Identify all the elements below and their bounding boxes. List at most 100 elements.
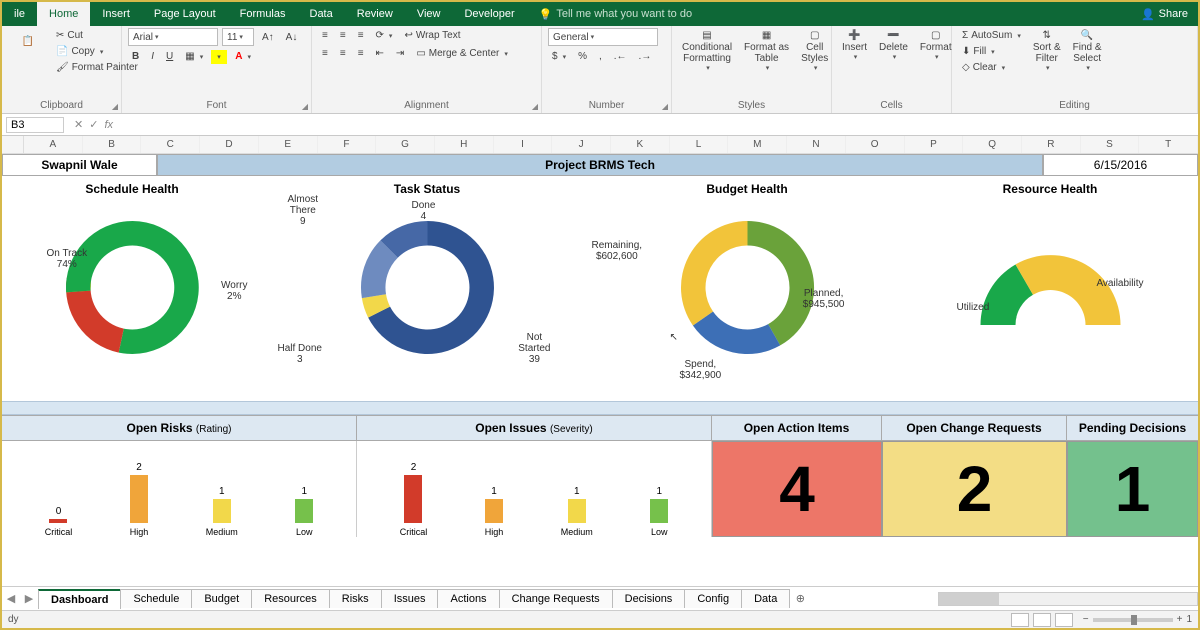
- number-format-select[interactable]: General: [548, 28, 658, 46]
- enter-formula-icon[interactable]: ✓: [89, 118, 98, 131]
- fill-color-button[interactable]: [211, 50, 227, 64]
- border-button[interactable]: ▦: [181, 49, 207, 64]
- col-T[interactable]: T: [1139, 136, 1198, 153]
- horizontal-scrollbar[interactable]: [938, 592, 1198, 606]
- increase-decimal-button[interactable]: .←: [610, 49, 631, 64]
- orientation-button[interactable]: ⟳: [372, 28, 397, 43]
- italic-button[interactable]: I: [147, 49, 158, 64]
- currency-button[interactable]: $: [548, 49, 570, 64]
- col-R[interactable]: R: [1022, 136, 1081, 153]
- normal-view-button[interactable]: [1011, 613, 1029, 627]
- tab-file[interactable]: ile: [2, 2, 37, 26]
- format-cells-button[interactable]: ▢Format: [916, 28, 956, 64]
- col-F[interactable]: F: [318, 136, 377, 153]
- paste-button[interactable]: 📋: [8, 34, 48, 70]
- sheet-tab-risks[interactable]: Risks: [329, 589, 382, 608]
- align-bottom-button[interactable]: ≡: [354, 28, 368, 43]
- col-E[interactable]: E: [259, 136, 318, 153]
- sort-filter-button[interactable]: ⇅Sort & Filter: [1029, 28, 1065, 75]
- fx-icon[interactable]: fx: [104, 119, 113, 131]
- font-launcher[interactable]: ◢: [302, 102, 308, 111]
- indent-increase-button[interactable]: ⇥: [392, 46, 408, 61]
- issues-bars[interactable]: 2Critical1High1Medium1Low: [357, 441, 712, 537]
- budget-health-chart[interactable]: Budget Health Remaining, $602,600 Planne…: [592, 176, 902, 401]
- zoom-level[interactable]: 1: [1186, 614, 1192, 625]
- align-center-button[interactable]: ≡: [336, 46, 350, 61]
- col-D[interactable]: D: [200, 136, 259, 153]
- align-left-button[interactable]: ≡: [318, 46, 332, 61]
- tab-review[interactable]: Review: [345, 2, 405, 26]
- font-family-select[interactable]: Arial: [128, 28, 218, 46]
- zoom-out-button[interactable]: −: [1083, 614, 1089, 625]
- formula-input[interactable]: [119, 117, 1192, 132]
- sheet-prev-button[interactable]: ▶: [20, 592, 38, 605]
- col-Q[interactable]: Q: [963, 136, 1022, 153]
- decisions-kpi[interactable]: 1: [1067, 441, 1198, 537]
- col-B[interactable]: B: [83, 136, 142, 153]
- sheet-tab-issues[interactable]: Issues: [381, 589, 439, 608]
- sheet-tab-decisions[interactable]: Decisions: [612, 589, 686, 608]
- decrease-decimal-button[interactable]: .→: [635, 49, 656, 64]
- col-M[interactable]: M: [728, 136, 787, 153]
- page-layout-view-button[interactable]: [1033, 613, 1051, 627]
- col-S[interactable]: S: [1081, 136, 1140, 153]
- tab-view[interactable]: View: [405, 2, 453, 26]
- col-L[interactable]: L: [670, 136, 729, 153]
- select-all-cell[interactable]: [2, 136, 24, 153]
- date-cell[interactable]: 6/15/2016: [1043, 154, 1198, 176]
- tab-developer[interactable]: Developer: [452, 2, 526, 26]
- decrease-font-button[interactable]: A↓: [282, 30, 302, 45]
- sheet-tab-change-requests[interactable]: Change Requests: [499, 589, 613, 608]
- col-O[interactable]: O: [846, 136, 905, 153]
- delete-cells-button[interactable]: ➖Delete: [875, 28, 912, 64]
- col-C[interactable]: C: [141, 136, 200, 153]
- zoom-in-button[interactable]: +: [1177, 614, 1183, 625]
- sheet-tab-dashboard[interactable]: Dashboard: [38, 589, 121, 609]
- actions-kpi[interactable]: 4: [712, 441, 882, 537]
- merge-center-button[interactable]: ▭Merge & Center: [412, 46, 512, 61]
- align-middle-button[interactable]: ≡: [336, 28, 350, 43]
- find-select-button[interactable]: 🔍Find & Select: [1069, 28, 1106, 75]
- bold-button[interactable]: B: [128, 49, 143, 64]
- page-break-view-button[interactable]: [1055, 613, 1073, 627]
- font-color-button[interactable]: A: [231, 49, 255, 64]
- col-N[interactable]: N: [787, 136, 846, 153]
- risks-bars[interactable]: 0Critical2High1Medium1Low: [2, 441, 357, 537]
- increase-font-button[interactable]: A↑: [258, 30, 278, 45]
- col-G[interactable]: G: [376, 136, 435, 153]
- tab-home[interactable]: Home: [37, 2, 90, 26]
- insert-cells-button[interactable]: ➕Insert: [838, 28, 871, 64]
- sheet-tab-resources[interactable]: Resources: [251, 589, 330, 608]
- project-title-cell[interactable]: Project BRMS Tech: [157, 154, 1043, 176]
- tab-data[interactable]: Data: [298, 2, 345, 26]
- schedule-health-chart[interactable]: Schedule Health On Track 74% Worry 2%: [2, 176, 262, 401]
- conditional-formatting-button[interactable]: ▤Conditional Formatting: [678, 28, 736, 75]
- cell-styles-button[interactable]: ▢Cell Styles: [797, 28, 832, 75]
- underline-button[interactable]: U: [162, 49, 177, 64]
- number-launcher[interactable]: ◢: [662, 102, 668, 111]
- tab-formulas[interactable]: Formulas: [228, 2, 298, 26]
- alignment-launcher[interactable]: ◢: [532, 102, 538, 111]
- sheet-first-button[interactable]: ◀: [2, 592, 20, 605]
- share-button[interactable]: 👤 Share: [1131, 2, 1198, 26]
- tell-me[interactable]: 💡 Tell me what you want to do: [527, 2, 704, 26]
- col-H[interactable]: H: [435, 136, 494, 153]
- changes-kpi[interactable]: 2: [882, 441, 1067, 537]
- col-P[interactable]: P: [905, 136, 964, 153]
- col-J[interactable]: J: [552, 136, 611, 153]
- col-K[interactable]: K: [611, 136, 670, 153]
- align-top-button[interactable]: ≡: [318, 28, 332, 43]
- clear-button[interactable]: ◇Clear: [958, 60, 1025, 75]
- font-size-select[interactable]: 11: [222, 28, 254, 46]
- cancel-formula-icon[interactable]: ✕: [74, 118, 83, 131]
- clipboard-launcher[interactable]: ◢: [112, 102, 118, 111]
- author-cell[interactable]: Swapnil Wale: [2, 154, 157, 176]
- col-I[interactable]: I: [494, 136, 553, 153]
- align-right-button[interactable]: ≡: [354, 46, 368, 61]
- wrap-text-button[interactable]: ↩Wrap Text: [400, 28, 464, 43]
- name-box[interactable]: [6, 117, 64, 133]
- sheet-tab-data[interactable]: Data: [741, 589, 790, 608]
- sheet-tab-config[interactable]: Config: [684, 589, 742, 608]
- zoom-control[interactable]: − + 1: [1083, 614, 1192, 625]
- sheet-tab-schedule[interactable]: Schedule: [120, 589, 192, 608]
